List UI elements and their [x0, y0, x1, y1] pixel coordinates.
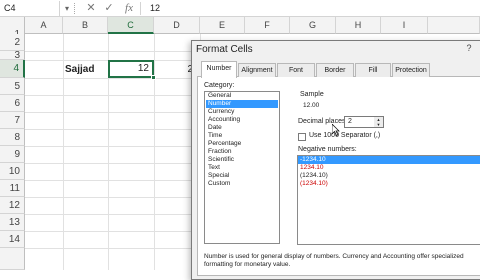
format-description: Number is used for general display of nu…	[204, 253, 464, 268]
chevron-down-icon[interactable]: ▾	[62, 1, 72, 16]
category-item[interactable]: Date	[206, 124, 278, 132]
column-header-selected[interactable]: C	[108, 17, 154, 34]
category-item[interactable]: General	[206, 92, 278, 100]
column-header[interactable]	[428, 17, 480, 34]
category-item[interactable]: Special	[206, 172, 278, 180]
formula-bar	[0, 0, 480, 17]
row-header[interactable]: 6	[0, 95, 25, 112]
row-header-selected[interactable]: 4	[0, 60, 25, 78]
name-box[interactable]: C4	[0, 1, 60, 16]
spin-down-icon[interactable]: ▼	[374, 122, 383, 127]
help-icon[interactable]: ?	[463, 42, 475, 54]
category-item[interactable]: Currency	[206, 108, 278, 116]
row-header[interactable]: 5	[0, 78, 25, 95]
enter-icon[interactable]: ✓	[100, 1, 118, 16]
category-item[interactable]: Text	[206, 164, 278, 172]
column-header[interactable]: F	[245, 17, 290, 34]
row-header[interactable]: 9	[0, 146, 25, 163]
row-header[interactable]: 12	[0, 197, 25, 214]
category-item[interactable]: Custom	[206, 180, 278, 188]
negative-number-option-selected[interactable]: -1234.10	[298, 156, 480, 164]
column-header[interactable]: A	[25, 17, 63, 34]
tab-font[interactable]: Font	[277, 63, 315, 77]
category-item[interactable]: Scientific	[206, 156, 278, 164]
negative-numbers-label: Negative numbers:	[298, 146, 357, 153]
row-header[interactable]: 14	[0, 231, 25, 248]
row-header[interactable]: 13	[0, 214, 25, 231]
cell-b4[interactable]: Sajjad	[63, 61, 109, 78]
column-header[interactable]: G	[290, 17, 336, 34]
negative-number-option[interactable]: (1234.10)	[298, 180, 480, 188]
negative-number-option[interactable]: 1234.10	[298, 164, 480, 172]
category-item[interactable]: Accounting	[206, 116, 278, 124]
row-header[interactable]: 8	[0, 129, 25, 146]
category-item[interactable]: Percentage	[206, 140, 278, 148]
tab-fill[interactable]: Fill	[355, 63, 391, 77]
tab-number[interactable]: Number	[201, 61, 237, 78]
tab-border[interactable]: Border	[316, 63, 354, 77]
negative-number-option[interactable]: (1234.10)	[298, 172, 480, 180]
row-header[interactable]: 11	[0, 180, 25, 197]
tab-protection[interactable]: Protection	[392, 63, 430, 77]
row-header[interactable]: 10	[0, 163, 25, 180]
tab-alignment[interactable]: Alignment	[238, 63, 276, 77]
insert-function-icon[interactable]: fx	[120, 1, 138, 16]
use-separator-label[interactable]: Use 1000 Separator (,)	[309, 132, 380, 139]
column-header[interactable]: D	[154, 17, 200, 34]
cell-d4[interactable]: 2	[160, 61, 194, 78]
column-header[interactable]: H	[336, 17, 381, 34]
category-item[interactable]: Time	[206, 132, 278, 140]
category-item[interactable]: Fraction	[206, 148, 278, 156]
decimal-places-label: Decimal places:	[298, 118, 348, 125]
column-header[interactable]: E	[200, 17, 245, 34]
active-cell-c4[interactable]: 12	[108, 60, 154, 78]
gridline	[154, 34, 155, 270]
category-label: Category:	[204, 82, 235, 89]
row-header[interactable]: 3	[0, 51, 25, 61]
dialog-title: Format Cells	[196, 44, 253, 55]
cancel-icon[interactable]: ✕	[82, 1, 100, 16]
mouse-cursor-icon	[332, 124, 340, 136]
sample-label: Sample	[300, 91, 324, 98]
category-item-selected[interactable]: Number	[206, 100, 278, 108]
row-header[interactable]: 7	[0, 112, 25, 129]
column-header[interactable]: I	[381, 17, 428, 34]
use-separator-checkbox[interactable]	[298, 133, 306, 141]
row-header[interactable]	[0, 248, 25, 270]
formula-input[interactable]: 12	[150, 1, 160, 16]
row-header[interactable]: 2	[0, 34, 25, 51]
formula-bar-grip	[74, 3, 76, 14]
column-header[interactable]: B	[63, 17, 108, 34]
formula-bar-divider	[140, 2, 141, 15]
sample-value: 12.00	[303, 102, 320, 109]
fill-handle[interactable]	[151, 75, 156, 80]
